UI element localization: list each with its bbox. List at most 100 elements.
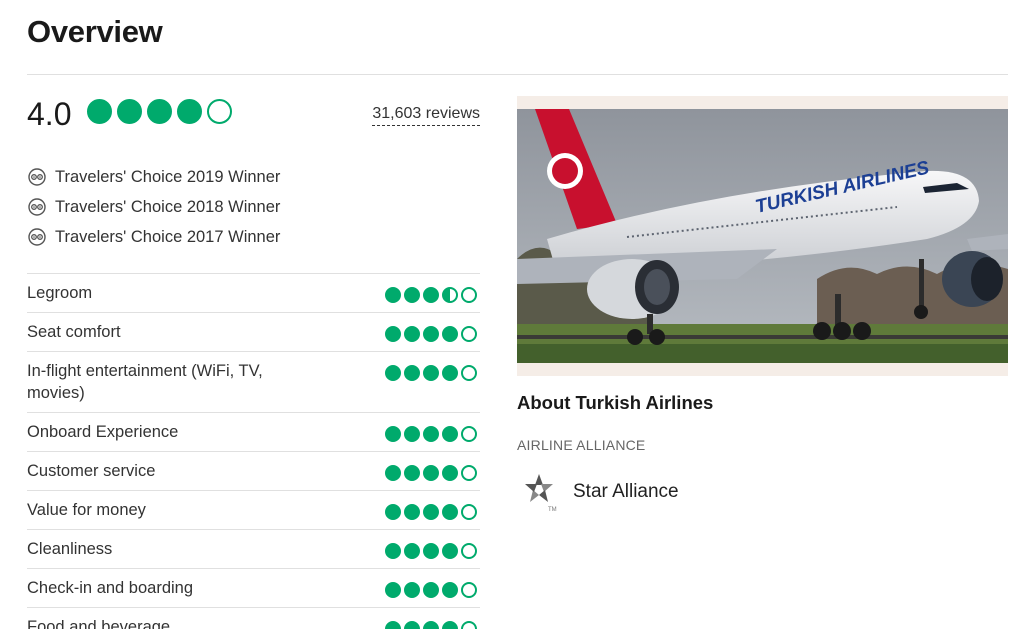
alliance-label: AIRLINE ALLIANCE xyxy=(517,437,646,453)
category-bubbles xyxy=(385,621,477,629)
rating-bubble xyxy=(442,621,458,629)
category-row: Onboard Experience xyxy=(27,413,480,452)
rating-bubble xyxy=(385,426,401,442)
rating-bubble xyxy=(404,582,420,598)
rating-bubble xyxy=(423,582,439,598)
award-label: Travelers' Choice 2019 Winner xyxy=(55,167,281,186)
category-bubbles xyxy=(385,287,477,303)
category-row: Food and beverage xyxy=(27,608,480,629)
rating-bubble xyxy=(461,465,477,481)
award-label: Travelers' Choice 2017 Winner xyxy=(55,227,281,246)
rating-bubble xyxy=(423,426,439,442)
svg-text:TM: TM xyxy=(548,507,557,513)
rating-bubble xyxy=(461,365,477,381)
category-label: Cleanliness xyxy=(27,540,113,558)
rating-bubble xyxy=(442,287,458,303)
rating-bubble xyxy=(404,465,420,481)
category-row: Value for money xyxy=(27,491,480,530)
rating-bubble xyxy=(423,365,439,381)
rating-bubble xyxy=(147,99,172,124)
category-label: In-flight entertainment (WiFi, TV, movie… xyxy=(27,362,263,402)
owl-badge-icon xyxy=(27,197,47,217)
category-bubbles xyxy=(385,326,477,342)
rating-bubble xyxy=(404,543,420,559)
category-bubbles xyxy=(385,504,477,520)
award-item: Travelers' Choice 2018 Winner xyxy=(27,192,280,222)
rating-bubble xyxy=(442,504,458,520)
award-item: Travelers' Choice 2019 Winner xyxy=(27,162,280,192)
overall-rating: 4.0 31,603 reviews xyxy=(27,96,480,136)
category-row: Seat comfort xyxy=(27,313,480,352)
category-label: Check-in and boarding xyxy=(27,579,194,597)
alliance-name: Star Alliance xyxy=(573,481,679,502)
category-label: Seat comfort xyxy=(27,323,121,341)
award-item: Travelers' Choice 2017 Winner xyxy=(27,222,280,252)
category-row: Cleanliness xyxy=(27,530,480,569)
rating-bubble xyxy=(385,465,401,481)
rating-bubble xyxy=(461,543,477,559)
rating-bubble xyxy=(461,326,477,342)
reviews-link[interactable]: 31,603 reviews xyxy=(372,105,480,126)
category-label: Food and beverage xyxy=(27,618,171,629)
rating-bubble xyxy=(385,326,401,342)
rating-bubble xyxy=(442,465,458,481)
rating-bubble xyxy=(423,543,439,559)
rating-bubble xyxy=(385,287,401,303)
category-bubbles xyxy=(385,426,477,442)
divider xyxy=(27,74,1008,75)
rating-bubble xyxy=(423,504,439,520)
owl-badge-icon xyxy=(27,167,47,187)
rating-bubble xyxy=(442,582,458,598)
category-label: Legroom xyxy=(27,284,93,302)
airline-photo-frame: TURKISH AIRLINES xyxy=(517,96,1008,376)
rating-bubble xyxy=(461,504,477,520)
category-label: Onboard Experience xyxy=(27,423,179,441)
rating-bubble xyxy=(461,621,477,629)
rating-bubble xyxy=(404,426,420,442)
rating-bubble xyxy=(404,621,420,629)
rating-bubble xyxy=(442,365,458,381)
category-bubbles xyxy=(385,365,477,381)
rating-bubble xyxy=(442,326,458,342)
rating-bubble xyxy=(442,426,458,442)
rating-bubbles xyxy=(87,99,232,124)
category-row: Customer service xyxy=(27,452,480,491)
rating-bubble xyxy=(385,365,401,381)
category-label: Value for money xyxy=(27,501,146,519)
rating-bubble xyxy=(177,99,202,124)
rating-bubble xyxy=(87,99,112,124)
rating-bubble xyxy=(385,621,401,629)
owl-badge-icon xyxy=(27,227,47,247)
rating-bubble xyxy=(385,543,401,559)
rating-bubble xyxy=(442,543,458,559)
rating-bubble xyxy=(404,504,420,520)
category-bubbles xyxy=(385,465,477,481)
category-ratings: Legroom Seat comfort In-flight entertain… xyxy=(27,273,480,629)
category-row: Legroom xyxy=(27,274,480,313)
star-alliance-logo-icon: TM xyxy=(520,470,558,514)
category-bubbles xyxy=(385,582,477,598)
rating-bubble xyxy=(423,465,439,481)
category-label: Customer service xyxy=(27,462,156,480)
award-label: Travelers' Choice 2018 Winner xyxy=(55,197,281,216)
category-row: Check-in and boarding xyxy=(27,569,480,608)
rating-bubble xyxy=(423,621,439,629)
airline-photo[interactable]: TURKISH AIRLINES xyxy=(517,109,1008,363)
rating-bubble xyxy=(404,287,420,303)
rating-bubble xyxy=(461,287,477,303)
alliance: TM Star Alliance xyxy=(520,470,679,514)
rating-bubble xyxy=(461,582,477,598)
category-row: In-flight entertainment (WiFi, TV, movie… xyxy=(27,352,480,413)
rating-bubble xyxy=(404,326,420,342)
rating-bubble xyxy=(461,426,477,442)
rating-bubble xyxy=(207,99,232,124)
rating-bubble xyxy=(117,99,142,124)
rating-bubble xyxy=(423,326,439,342)
about-heading: About Turkish Airlines xyxy=(517,392,714,413)
rating-bubble xyxy=(385,504,401,520)
rating-score: 4.0 xyxy=(27,96,72,132)
page-title: Overview xyxy=(27,14,163,49)
awards-list: Travelers' Choice 2019 Winner Travelers'… xyxy=(27,162,280,252)
rating-bubble xyxy=(404,365,420,381)
rating-bubble xyxy=(385,582,401,598)
